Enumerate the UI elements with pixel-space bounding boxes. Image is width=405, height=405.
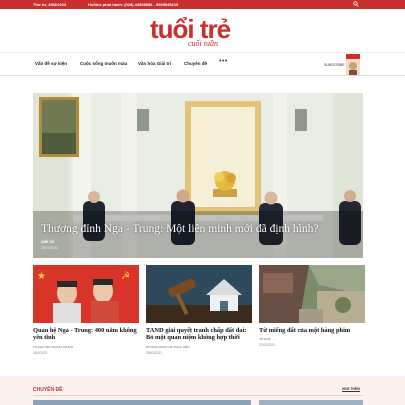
- chuyen-de-section: CHUYÊN ĐỀ XEM THÊM: [0, 376, 405, 405]
- nav-item-van-de-su-kien[interactable]: Vấn đề sự kiện: [35, 61, 67, 66]
- article-card[interactable]: TAND giải quyết tranh chấp đất đai: Bỏ m…: [146, 265, 252, 355]
- hero-caption: Thượng đỉnh Nga - Trung: Một liên minh m…: [41, 223, 355, 250]
- svg-text:★: ★: [37, 271, 46, 282]
- article-author: VÕ HOÀ: [259, 337, 271, 342]
- current-date: Thứ tư, 29/3/2023: [33, 2, 67, 7]
- magazine-cover-thumbnail[interactable]: [346, 54, 360, 76]
- article-author: DƯƠNG NGỌC HẠ THÚC VIỄN: [146, 344, 190, 349]
- svg-text:☭: ☭: [121, 271, 130, 282]
- hero-article[interactable]: Thượng đỉnh Nga - Trung: Một liên minh m…: [33, 93, 363, 258]
- article-image[interactable]: [146, 265, 252, 323]
- search-icon[interactable]: [353, 1, 359, 7]
- article-author: TS NGUYỄN THANH TRUNG: [33, 344, 74, 349]
- section-divider: [33, 395, 363, 396]
- nav-item-cuoc-song-muon-mau[interactable]: Cuộc sống muôn màu: [80, 61, 127, 66]
- hero-author: ANH VŨ: [41, 239, 54, 244]
- article-date: 27/03/2023: [259, 343, 275, 348]
- article-date: 28/03/2023: [146, 350, 162, 355]
- nav-item-van-hoa-giai-tri[interactable]: Văn hóa Giải trí: [138, 61, 171, 66]
- article-card[interactable]: ★ ☭ Quan hệ Nga - Trung: 400 năm không y…: [33, 265, 139, 355]
- subscribe-link[interactable]: SUBSCRIBE: [324, 63, 345, 67]
- section-image[interactable]: [259, 400, 363, 405]
- hero-title[interactable]: Thượng đỉnh Nga - Trung: Một liên minh m…: [41, 223, 355, 236]
- hero-date: 28/03/2023: [41, 245, 58, 250]
- article-date: 28/3/2023: [33, 350, 48, 355]
- top-bar: Thứ tư, 29/3/2023 Hotline phát hành: (02…: [0, 0, 405, 9]
- article-card[interactable]: Từ miếng đất của một hàng phim VÕ HOÀ 27…: [259, 265, 365, 347]
- section-heading: CHUYÊN ĐỀ: [33, 387, 63, 393]
- article-title[interactable]: Quan hệ Nga - Trung: 400 năm không yên t…: [33, 327, 139, 342]
- hotline-text: Hotline phát hành: (028) 44508686 - 0909…: [88, 2, 179, 7]
- more-menu-button[interactable]: •••: [219, 58, 228, 65]
- nav-item-chuyen-de[interactable]: Chuyên đề: [184, 61, 207, 66]
- site-logo[interactable]: tuổi trẻ cuối tuần: [148, 14, 258, 48]
- article-title[interactable]: Từ miếng đất của một hàng phim: [259, 327, 365, 334]
- article-title[interactable]: TAND giải quyết tranh chấp đất đai: Bỏ m…: [146, 327, 252, 342]
- article-image[interactable]: [259, 265, 365, 323]
- svg-text:cuối tuần: cuối tuần: [188, 39, 218, 48]
- main-nav: Vấn đề sự kiện Cuộc sống muôn màu Văn hó…: [0, 52, 405, 76]
- see-more-link[interactable]: XEM THÊM: [342, 387, 360, 391]
- article-image[interactable]: ★ ☭: [33, 265, 139, 323]
- section-image[interactable]: [33, 400, 251, 405]
